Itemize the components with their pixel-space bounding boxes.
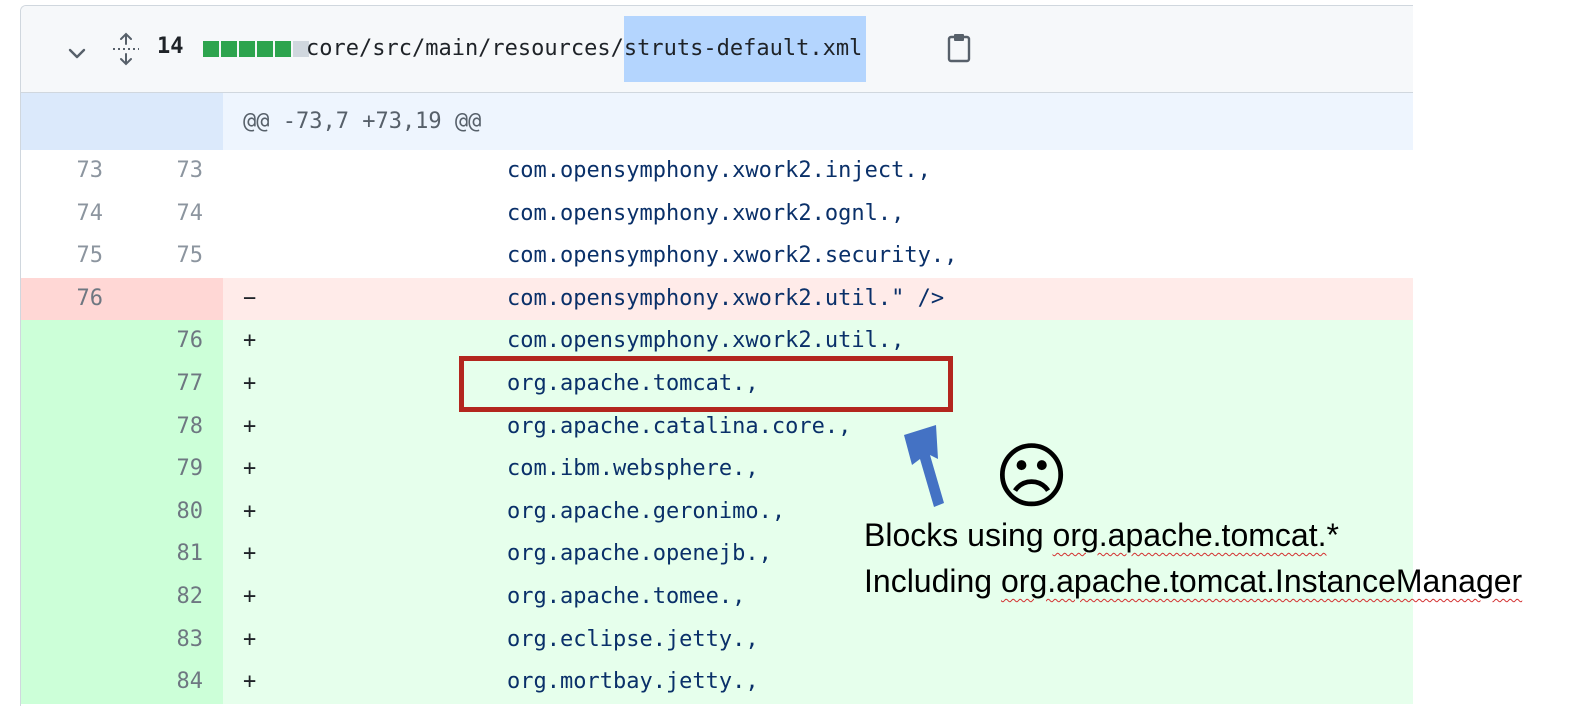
diff-sign: +	[243, 413, 257, 439]
old-line-number[interactable]	[21, 448, 103, 491]
diff-line: 75 75 com.opensymphony.xwork2.security.,	[21, 235, 1413, 278]
diff-sign: +	[243, 541, 257, 567]
line-code: + org.eclipse.jetty.,	[223, 618, 1413, 662]
annotation-note: Blocks using org.apache.tomcat.* Includi…	[864, 512, 1522, 604]
code-text: org.eclipse.jetty.,	[507, 626, 759, 652]
highlight-box	[459, 356, 953, 412]
file-path-prefix: core/src/main/resources/	[306, 36, 624, 61]
line-code: com.opensymphony.xwork2.inject.,	[223, 150, 1413, 193]
code-text: com.ibm.websphere.,	[507, 456, 759, 482]
diffstat-block-add	[221, 41, 237, 57]
file-header: 14 core/src/main/resources/struts-defaul…	[21, 6, 1413, 93]
diff-line: 84 + org.mortbay.jetty.,	[21, 661, 1413, 704]
code-text: com.opensymphony.xwork2.util." />	[507, 285, 945, 311]
line-code: com.opensymphony.xwork2.security.,	[223, 235, 1413, 278]
copy-icon[interactable]	[946, 32, 974, 68]
diff-sign: +	[243, 498, 257, 524]
arrow-icon	[904, 425, 944, 507]
new-line-number[interactable]	[123, 278, 203, 321]
diffstat-block-add	[275, 41, 291, 57]
note-line1-prefix: Blocks using	[864, 517, 1053, 553]
diff-sign: +	[243, 456, 257, 482]
line-code: com.opensymphony.xwork2.ognl.,	[223, 192, 1413, 236]
diff-line: 76 − com.opensymphony.xwork2.util." />	[21, 277, 1413, 321]
old-line-number[interactable]: 73	[21, 150, 104, 193]
file-path[interactable]: core/src/main/resources/struts-default.x…	[306, 16, 867, 82]
diffstat-block-add	[203, 41, 219, 57]
old-line-number[interactable]	[21, 406, 103, 449]
hunk-header: @@ -73,7 +73,19 @@	[223, 93, 1413, 150]
diff-sign: +	[243, 669, 257, 695]
code-text: org.apache.tomee.,	[507, 583, 746, 609]
diff-sign: −	[243, 285, 257, 311]
code-text: org.mortbay.jetty.,	[507, 669, 759, 695]
new-line-number[interactable]: 84	[123, 661, 204, 704]
diff-line: 74 74 com.opensymphony.xwork2.ognl.,	[21, 192, 1413, 236]
old-line-number[interactable]	[21, 320, 103, 363]
code-text: com.opensymphony.xwork2.inject.,	[507, 158, 931, 183]
new-line-number[interactable]: 76	[123, 320, 204, 363]
changes-count: 14	[157, 34, 184, 59]
line-code: + org.mortbay.jetty.,	[223, 661, 1413, 704]
hunk-gutter	[21, 93, 270, 157]
diff-sign: +	[243, 370, 257, 396]
note-line2-term: org.apache.tomcat.InstanceManager	[1000, 563, 1523, 599]
new-line-number[interactable]: 79	[123, 448, 204, 491]
sad-face-icon: ☹	[994, 434, 1070, 518]
new-line-number[interactable]: 73	[123, 150, 204, 193]
diff-line: 83 + org.eclipse.jetty.,	[21, 618, 1413, 662]
old-line-number[interactable]: 76	[21, 278, 104, 321]
diff-sign: +	[243, 583, 257, 609]
diff-line: 73 73 com.opensymphony.xwork2.inject.,	[21, 150, 1413, 193]
old-line-number[interactable]	[21, 491, 103, 534]
note-line1-suffix: *	[1326, 517, 1339, 553]
hunk-header-row: @@ -73,7 +73,19 @@	[21, 93, 1413, 157]
code-text: org.apache.openejb.,	[507, 541, 772, 567]
new-line-number[interactable]: 75	[123, 235, 204, 278]
new-line-number[interactable]: 78	[123, 406, 204, 449]
old-line-number[interactable]	[21, 576, 103, 619]
diff-sign: +	[243, 328, 257, 354]
chevron-down-icon[interactable]	[65, 42, 89, 70]
code-text: com.opensymphony.xwork2.security.,	[507, 243, 958, 269]
new-line-number[interactable]: 74	[123, 193, 204, 236]
code-text: com.opensymphony.xwork2.ognl.,	[507, 200, 905, 226]
new-line-number[interactable]: 80	[123, 491, 204, 534]
note-line1-term: org.apache.tomcat.	[1052, 517, 1327, 553]
new-line-number[interactable]: 82	[123, 576, 204, 619]
line-code: − com.opensymphony.xwork2.util." />	[223, 277, 1413, 321]
expand-all-icon[interactable]	[111, 32, 141, 70]
note-line2-prefix: Including	[864, 563, 1001, 599]
diffstat-block-add	[239, 41, 255, 57]
code-text: org.apache.geronimo.,	[507, 498, 786, 524]
file-path-selected: struts-default.xml	[623, 16, 867, 82]
diffstat-block-add	[257, 41, 273, 57]
old-line-number[interactable]: 75	[21, 235, 104, 278]
new-line-number[interactable]: 83	[123, 619, 204, 662]
old-line-number[interactable]	[21, 533, 103, 576]
old-line-number[interactable]	[21, 363, 103, 406]
new-line-number[interactable]: 77	[123, 363, 204, 406]
old-line-number[interactable]: 74	[21, 193, 104, 236]
diffstat-bar	[203, 41, 309, 57]
old-line-number[interactable]	[21, 661, 103, 704]
old-line-number[interactable]	[21, 619, 103, 662]
new-line-number[interactable]: 81	[123, 533, 204, 576]
diff-sign: +	[243, 626, 257, 652]
diff-line: 79 + com.ibm.websphere.,	[21, 448, 1413, 491]
line-code: + com.ibm.websphere.,	[223, 448, 1413, 491]
